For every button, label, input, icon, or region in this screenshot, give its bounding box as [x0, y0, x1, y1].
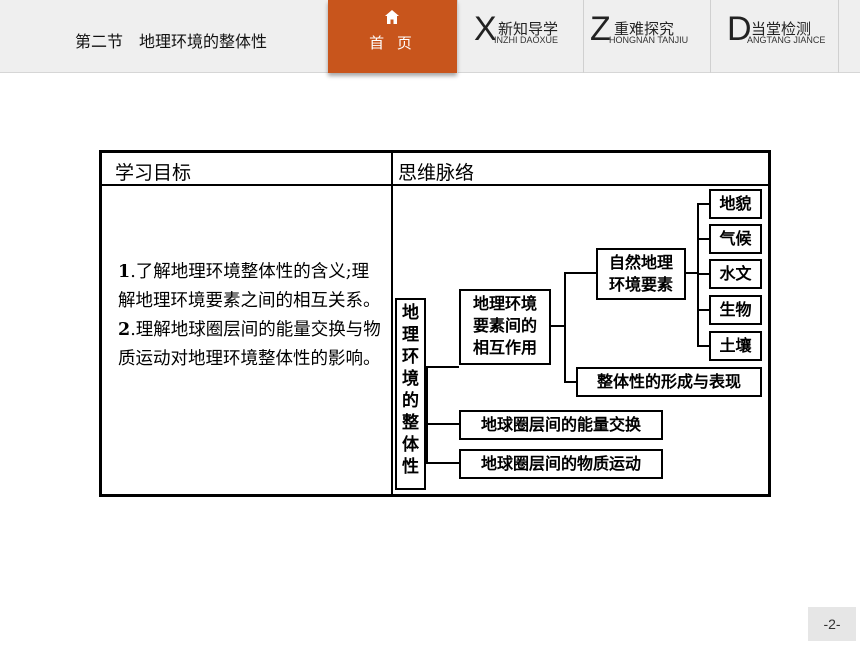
tab-dangtang-jiance[interactable]: D 当堂检测 ANGTANG JIANCE [710, 0, 838, 73]
home-button[interactable]: 首 页 [328, 0, 457, 73]
section-title: 第二节 地理环境的整体性 [75, 32, 268, 51]
objectives-cell: 1.了解地理环境整体性的含义;理解地理环境要素之间的相互关系。 2.理解地球圈层… [102, 186, 393, 494]
nav-end-divider [838, 0, 860, 73]
objective-item: 1.了解地理环境整体性的含义;理解地理环境要素之间的相互关系。 [118, 262, 381, 311]
tab-pinyin: ANGTANG JIANCE [747, 35, 826, 45]
objectives-list: 1.了解地理环境整体性的含义;理解地理环境要素之间的相互关系。 2.理解地球圈层… [118, 258, 384, 374]
objective-item: 2.理解地球圈层间的能量交换与物质运动对地理环境整体性的影响。 [118, 320, 381, 369]
objectives-table: 学习目标 思维脉络 1.了解地理环境整体性的含义;理解地理环境要素之间的相互关系… [99, 150, 771, 497]
tab-pinyin: HONGNAN TANJIU [609, 35, 689, 45]
tab-pinyin: INZHI DAOXUE [494, 35, 559, 45]
tab-letter: Z [590, 10, 611, 48]
tab-zhongnan-tanjiu[interactable]: Z 重难探究 HONGNAN TANJIU [583, 0, 710, 73]
tab-xinzhi-daoxue[interactable]: X 新知导学 INZHI DAOXUE [457, 0, 583, 73]
header-mindmap-label: 思维脉络 [398, 162, 475, 184]
header-cell-mindmap: 思维脉络 [393, 153, 768, 186]
top-nav-bar: 第二节 地理环境的整体性 首 页 X 新知导学 INZHI DAOXUE Z 重… [0, 0, 860, 73]
home-label: 首 页 [369, 34, 416, 52]
header-objectives-label: 学习目标 [115, 162, 192, 184]
page-number: -2- [808, 607, 856, 641]
home-icon [385, 10, 399, 24]
header-cell-objectives: 学习目标 [102, 153, 393, 186]
